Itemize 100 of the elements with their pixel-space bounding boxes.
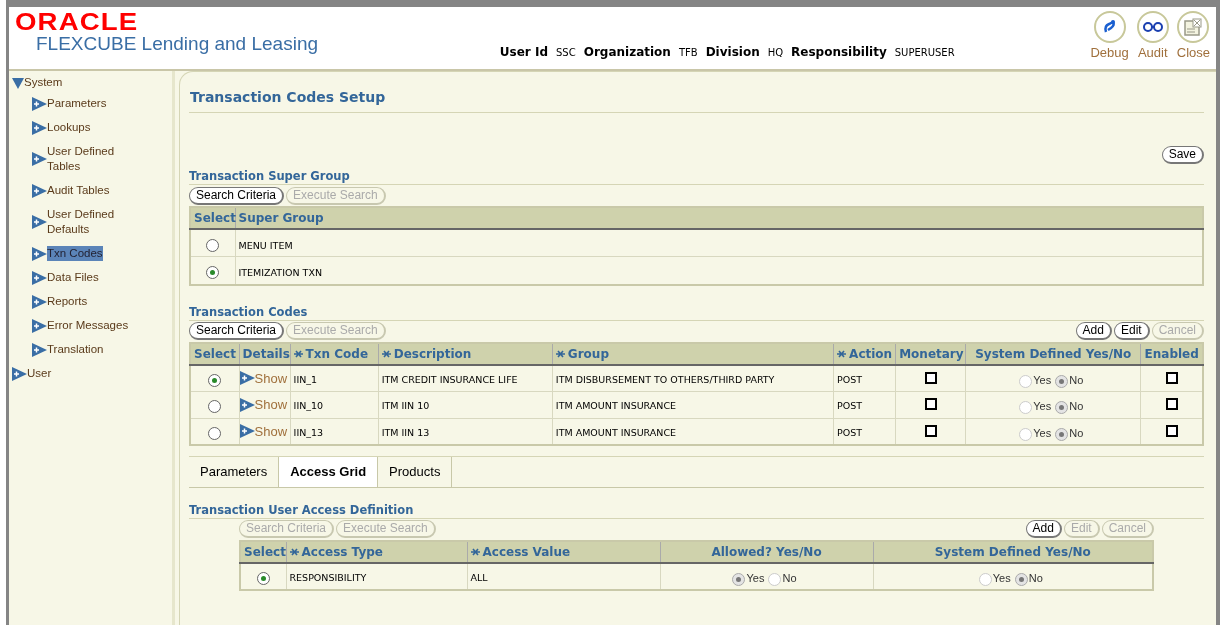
expand-icon[interactable] — [32, 120, 47, 135]
nav-item[interactable]: Data Files — [47, 270, 99, 285]
table-cell: ITM IIN 10 — [378, 391, 553, 418]
column-header: Select — [240, 540, 286, 563]
column-header: System Defined Yes/No — [965, 342, 1141, 365]
checkbox[interactable] — [924, 398, 937, 411]
column-header: Select — [190, 207, 235, 229]
column-header: Txn Code — [290, 342, 379, 365]
expand-icon[interactable] — [32, 318, 47, 333]
radio-button[interactable] — [1055, 427, 1069, 441]
section-heading: Transaction Codes — [189, 303, 1204, 321]
section-heading: Transaction User Access Definition — [189, 501, 1204, 519]
checkbox[interactable] — [924, 424, 937, 437]
nav-item[interactable]: Audit Tables — [47, 183, 110, 198]
column-header: Description — [378, 342, 553, 365]
search-button[interactable]: Search Criteria — [189, 322, 285, 340]
radio-button[interactable] — [1055, 374, 1069, 388]
table-cell: ITM CREDIT INSURANCE LIFE — [378, 364, 553, 392]
expand-icon[interactable] — [32, 96, 47, 111]
nav-item[interactable]: User Defined Tables — [47, 144, 147, 174]
column-header: Select — [190, 342, 240, 365]
header-action-button[interactable]: Close — [1174, 11, 1212, 69]
checkbox[interactable] — [924, 371, 937, 384]
action-button[interactable]: Add — [1025, 520, 1062, 538]
option-label: Yes — [746, 571, 765, 584]
nav-item[interactable]: Error Messages — [47, 318, 129, 333]
option-label: No — [1069, 426, 1084, 439]
table-cell: POST — [833, 391, 896, 418]
expand-icon[interactable] — [32, 342, 47, 357]
brand-logo: ORACLE — [15, 11, 140, 33]
radio-button[interactable] — [208, 426, 222, 440]
radio-button[interactable] — [256, 571, 270, 585]
radio-button[interactable] — [1055, 401, 1069, 414]
column-header: Access Type — [286, 540, 467, 563]
option-label: No — [1028, 571, 1043, 584]
table-cell: IIN_1 — [290, 364, 379, 392]
action-button[interactable]: Edit — [1113, 322, 1150, 340]
action-button[interactable]: Add — [1075, 322, 1112, 340]
document-icon — [1183, 18, 1204, 36]
checkbox[interactable] — [1165, 371, 1178, 384]
page-title: Transaction Codes Setup — [189, 80, 1204, 113]
expand-icon[interactable] — [32, 294, 47, 309]
field-label: Organization — [583, 44, 671, 61]
required-icon — [381, 350, 391, 358]
tab[interactable]: Access Grid — [279, 457, 379, 487]
column-header: Group — [552, 342, 834, 365]
radio-button[interactable] — [208, 400, 222, 414]
nav-item[interactable]: User Defined Defaults — [47, 207, 147, 237]
field-label: User Id — [499, 44, 548, 61]
column-header: Access Value — [467, 540, 660, 563]
expand-icon[interactable] — [32, 215, 47, 229]
nav-item[interactable]: Parameters — [47, 96, 107, 111]
checkbox[interactable] — [1165, 398, 1178, 411]
radio-button[interactable] — [208, 373, 222, 387]
radio-button[interactable] — [732, 572, 746, 586]
expand-icon — [239, 371, 255, 386]
header-action-button[interactable]: Audit — [1134, 11, 1171, 69]
column-header: Enabled — [1140, 342, 1203, 365]
expand-icon[interactable] — [32, 152, 47, 166]
product-name: FLEXCUBE Lending and Leasing — [36, 33, 319, 55]
radio-button[interactable] — [1014, 572, 1028, 586]
required-icon — [289, 548, 299, 556]
expand-icon[interactable] — [32, 246, 47, 261]
radio-button[interactable] — [206, 265, 220, 279]
option-label: No — [782, 571, 797, 584]
column-header: Super Group — [235, 207, 1203, 229]
save-button[interactable]: Save — [1161, 146, 1204, 164]
nav-item[interactable]: System — [24, 75, 63, 90]
nav-item[interactable]: Txn Codes — [47, 246, 103, 261]
option-label: No — [1069, 373, 1084, 386]
column-header: System Defined Yes/No — [873, 540, 1153, 563]
table-cell: ITM DISBURSEMENT TO OTHERS/THIRD PARTY — [552, 364, 834, 392]
required-icon — [293, 350, 303, 358]
nav-item[interactable]: Translation — [47, 342, 104, 357]
option-label: Yes — [1033, 400, 1052, 412]
expand-icon — [239, 397, 255, 412]
radio-button[interactable] — [206, 238, 220, 252]
search-button[interactable]: Search Criteria — [189, 186, 285, 205]
section-heading: Transaction Super Group — [189, 168, 1204, 185]
required-icon — [470, 548, 480, 556]
tab[interactable]: Products — [378, 457, 453, 487]
header-action-button[interactable]: Debug — [1088, 11, 1131, 69]
expand-icon — [239, 424, 255, 439]
checkbox[interactable] — [1165, 424, 1178, 437]
nav-item[interactable]: Reports — [47, 294, 88, 309]
expand-icon[interactable] — [32, 270, 47, 285]
column-header: Monetary — [895, 342, 966, 365]
nav-item[interactable]: Lookups — [47, 120, 91, 135]
option-label: Yes — [1033, 373, 1052, 386]
field-value: TFB — [678, 46, 698, 60]
table-cell: IIN_10 — [290, 391, 379, 418]
field-label: Division — [705, 44, 760, 61]
column-header: Action — [833, 342, 896, 365]
expand-icon[interactable] — [12, 366, 27, 381]
expand-icon[interactable] — [32, 183, 47, 198]
option-label: No — [1069, 400, 1084, 412]
required-icon — [555, 350, 565, 358]
collapse-icon[interactable] — [12, 76, 24, 89]
nav-item[interactable]: User — [27, 366, 52, 381]
field-value: SUPERUSER — [894, 46, 955, 60]
